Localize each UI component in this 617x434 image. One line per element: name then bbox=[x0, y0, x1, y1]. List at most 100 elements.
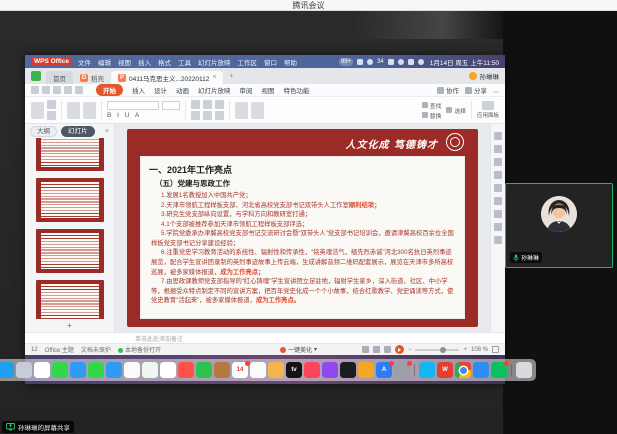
mac-menu-item[interactable]: 视图 bbox=[118, 57, 131, 67]
finder-icon[interactable] bbox=[0, 362, 14, 378]
wps-icon[interactable]: W bbox=[437, 362, 453, 378]
collab-button[interactable]: 协作 bbox=[437, 85, 459, 95]
menubar-clock[interactable]: 1月14日 周五 上午11:50 bbox=[430, 57, 499, 67]
mac-menu-item[interactable]: 工作区 bbox=[238, 57, 258, 67]
new-slide-icon[interactable] bbox=[67, 102, 80, 119]
meeting-icon[interactable] bbox=[473, 362, 489, 378]
safari-icon[interactable] bbox=[70, 362, 86, 378]
select-button[interactable]: 选择 bbox=[446, 106, 466, 115]
stocks-icon[interactable] bbox=[340, 362, 356, 378]
paste-icon[interactable] bbox=[31, 102, 44, 119]
align-right-icon[interactable] bbox=[215, 100, 224, 109]
ribbon-tab[interactable]: 特色功能 bbox=[284, 85, 310, 95]
zoom-out-button[interactable]: − bbox=[408, 347, 412, 353]
app-panel-button[interactable]: 应用面板 bbox=[477, 101, 499, 119]
tray-icon[interactable] bbox=[357, 59, 363, 65]
undo-icon[interactable] bbox=[64, 86, 72, 94]
protection-status[interactable]: 文档未保护 bbox=[81, 345, 111, 354]
backup-status[interactable]: 本地备份打开 bbox=[118, 345, 161, 354]
save-icon[interactable] bbox=[31, 86, 39, 94]
collapse-ribbon-icon[interactable]: ︿ bbox=[493, 86, 499, 95]
zoom-in-button[interactable]: + bbox=[463, 347, 467, 353]
align-left-icon[interactable] bbox=[191, 100, 200, 109]
ribbon-tab[interactable]: 设计 bbox=[154, 85, 167, 95]
maps-icon[interactable] bbox=[142, 362, 158, 378]
picture-icon[interactable] bbox=[235, 102, 248, 119]
current-slide[interactable]: 人文化成 笃德铸才 一、2021年工作亮点 （五）党建与思政工作 1.发展1名教… bbox=[127, 129, 478, 327]
tv-icon[interactable]: tv bbox=[286, 362, 302, 378]
add-slide-button[interactable]: + bbox=[25, 319, 114, 332]
font-size-select[interactable] bbox=[162, 101, 180, 110]
color-grid-icon[interactable] bbox=[34, 362, 50, 378]
books-icon[interactable] bbox=[214, 362, 230, 378]
more-tools-icon[interactable] bbox=[494, 236, 502, 244]
control-center-icon[interactable] bbox=[418, 59, 424, 65]
ribbon-tab[interactable]: 插入 bbox=[132, 85, 145, 95]
mac-menu-item[interactable]: 幻灯片放映 bbox=[198, 57, 231, 67]
resize-tool-icon[interactable] bbox=[494, 210, 502, 218]
green-app-icon[interactable] bbox=[196, 362, 212, 378]
slide-thumbnail[interactable] bbox=[36, 229, 104, 273]
account-chip[interactable]: 孙琳琳 bbox=[469, 71, 500, 81]
align-center-icon[interactable] bbox=[203, 100, 212, 109]
shapes-icon[interactable] bbox=[251, 102, 264, 119]
folder-icon[interactable] bbox=[268, 362, 284, 378]
red-app-icon[interactable] bbox=[178, 362, 194, 378]
mac-menu-item[interactable]: 格式 bbox=[158, 57, 171, 67]
pages-icon[interactable] bbox=[358, 362, 374, 378]
chat-badge[interactable]: 99+ bbox=[339, 58, 353, 66]
mac-menu-item[interactable]: 插入 bbox=[138, 57, 151, 67]
chrome-icon[interactable] bbox=[455, 362, 471, 378]
qq-icon[interactable] bbox=[419, 362, 435, 378]
zoom-slider[interactable] bbox=[415, 349, 459, 351]
replace-button[interactable]: 替换 bbox=[422, 111, 442, 120]
messages-icon[interactable] bbox=[88, 362, 104, 378]
design-tool-icon[interactable] bbox=[494, 171, 502, 179]
bullets-icon[interactable] bbox=[191, 111, 200, 120]
tray-icon[interactable] bbox=[367, 59, 373, 65]
theme-name[interactable]: Office 主题 bbox=[45, 345, 74, 354]
animation-pane-icon[interactable] bbox=[494, 145, 502, 153]
mac-menu-item[interactable]: 编辑 bbox=[98, 57, 111, 67]
participant-video-tile[interactable]: 孙琳琳 bbox=[505, 183, 613, 268]
tab-docer[interactable]: D 稻壳 bbox=[73, 71, 111, 84]
ribbon-tab[interactable]: 动画 bbox=[176, 85, 189, 95]
image-library-icon[interactable] bbox=[494, 184, 502, 192]
notes-icon[interactable] bbox=[124, 362, 140, 378]
mac-menu-item[interactable]: 窗口 bbox=[264, 57, 277, 67]
print-icon[interactable] bbox=[42, 86, 50, 94]
format-painter-icon[interactable] bbox=[47, 111, 56, 120]
notes-bar[interactable]: 单击此处添加备注 bbox=[25, 332, 505, 343]
new-tab-button[interactable]: + bbox=[229, 73, 233, 80]
help-tool-icon[interactable] bbox=[494, 223, 502, 231]
tab-home[interactable]: 首页 bbox=[46, 71, 73, 84]
close-tab-icon[interactable]: × bbox=[212, 74, 216, 81]
reading-view-icon[interactable] bbox=[384, 346, 391, 353]
settings-tool-icon[interactable] bbox=[494, 197, 502, 205]
photos-icon[interactable] bbox=[160, 362, 176, 378]
beautify-button[interactable]: 一键美化 ▾ bbox=[280, 345, 317, 354]
podcasts-icon[interactable] bbox=[322, 362, 338, 378]
fit-screen-icon[interactable] bbox=[492, 346, 499, 353]
slide-thumbnail[interactable] bbox=[36, 280, 104, 319]
tab-slides[interactable]: 幻灯片 bbox=[61, 126, 95, 137]
appstore-icon[interactable]: A bbox=[376, 362, 392, 378]
launchpad-icon[interactable] bbox=[16, 362, 32, 378]
wechat-icon[interactable] bbox=[491, 362, 507, 378]
color-scheme-icon[interactable] bbox=[494, 158, 502, 166]
mac-menu-item[interactable]: 工具 bbox=[178, 57, 191, 67]
layout-icon[interactable] bbox=[83, 102, 96, 119]
find-button[interactable]: 查找 bbox=[422, 101, 442, 110]
reminders-icon[interactable] bbox=[250, 362, 266, 378]
mac-menu-item[interactable]: 文件 bbox=[78, 57, 91, 67]
close-sidebar-icon[interactable]: × bbox=[105, 128, 109, 135]
tab-outline[interactable]: 大纲 bbox=[30, 126, 57, 137]
facetime-icon[interactable] bbox=[52, 362, 68, 378]
music-icon[interactable] bbox=[304, 362, 320, 378]
ribbon-tab[interactable]: 视图 bbox=[262, 85, 275, 95]
line-spacing-icon[interactable] bbox=[215, 111, 224, 120]
slide-thumbnail[interactable] bbox=[36, 138, 104, 171]
calendar-icon[interactable]: 14 bbox=[232, 362, 248, 378]
font-family-select[interactable] bbox=[107, 101, 159, 110]
mail-icon[interactable] bbox=[106, 362, 122, 378]
